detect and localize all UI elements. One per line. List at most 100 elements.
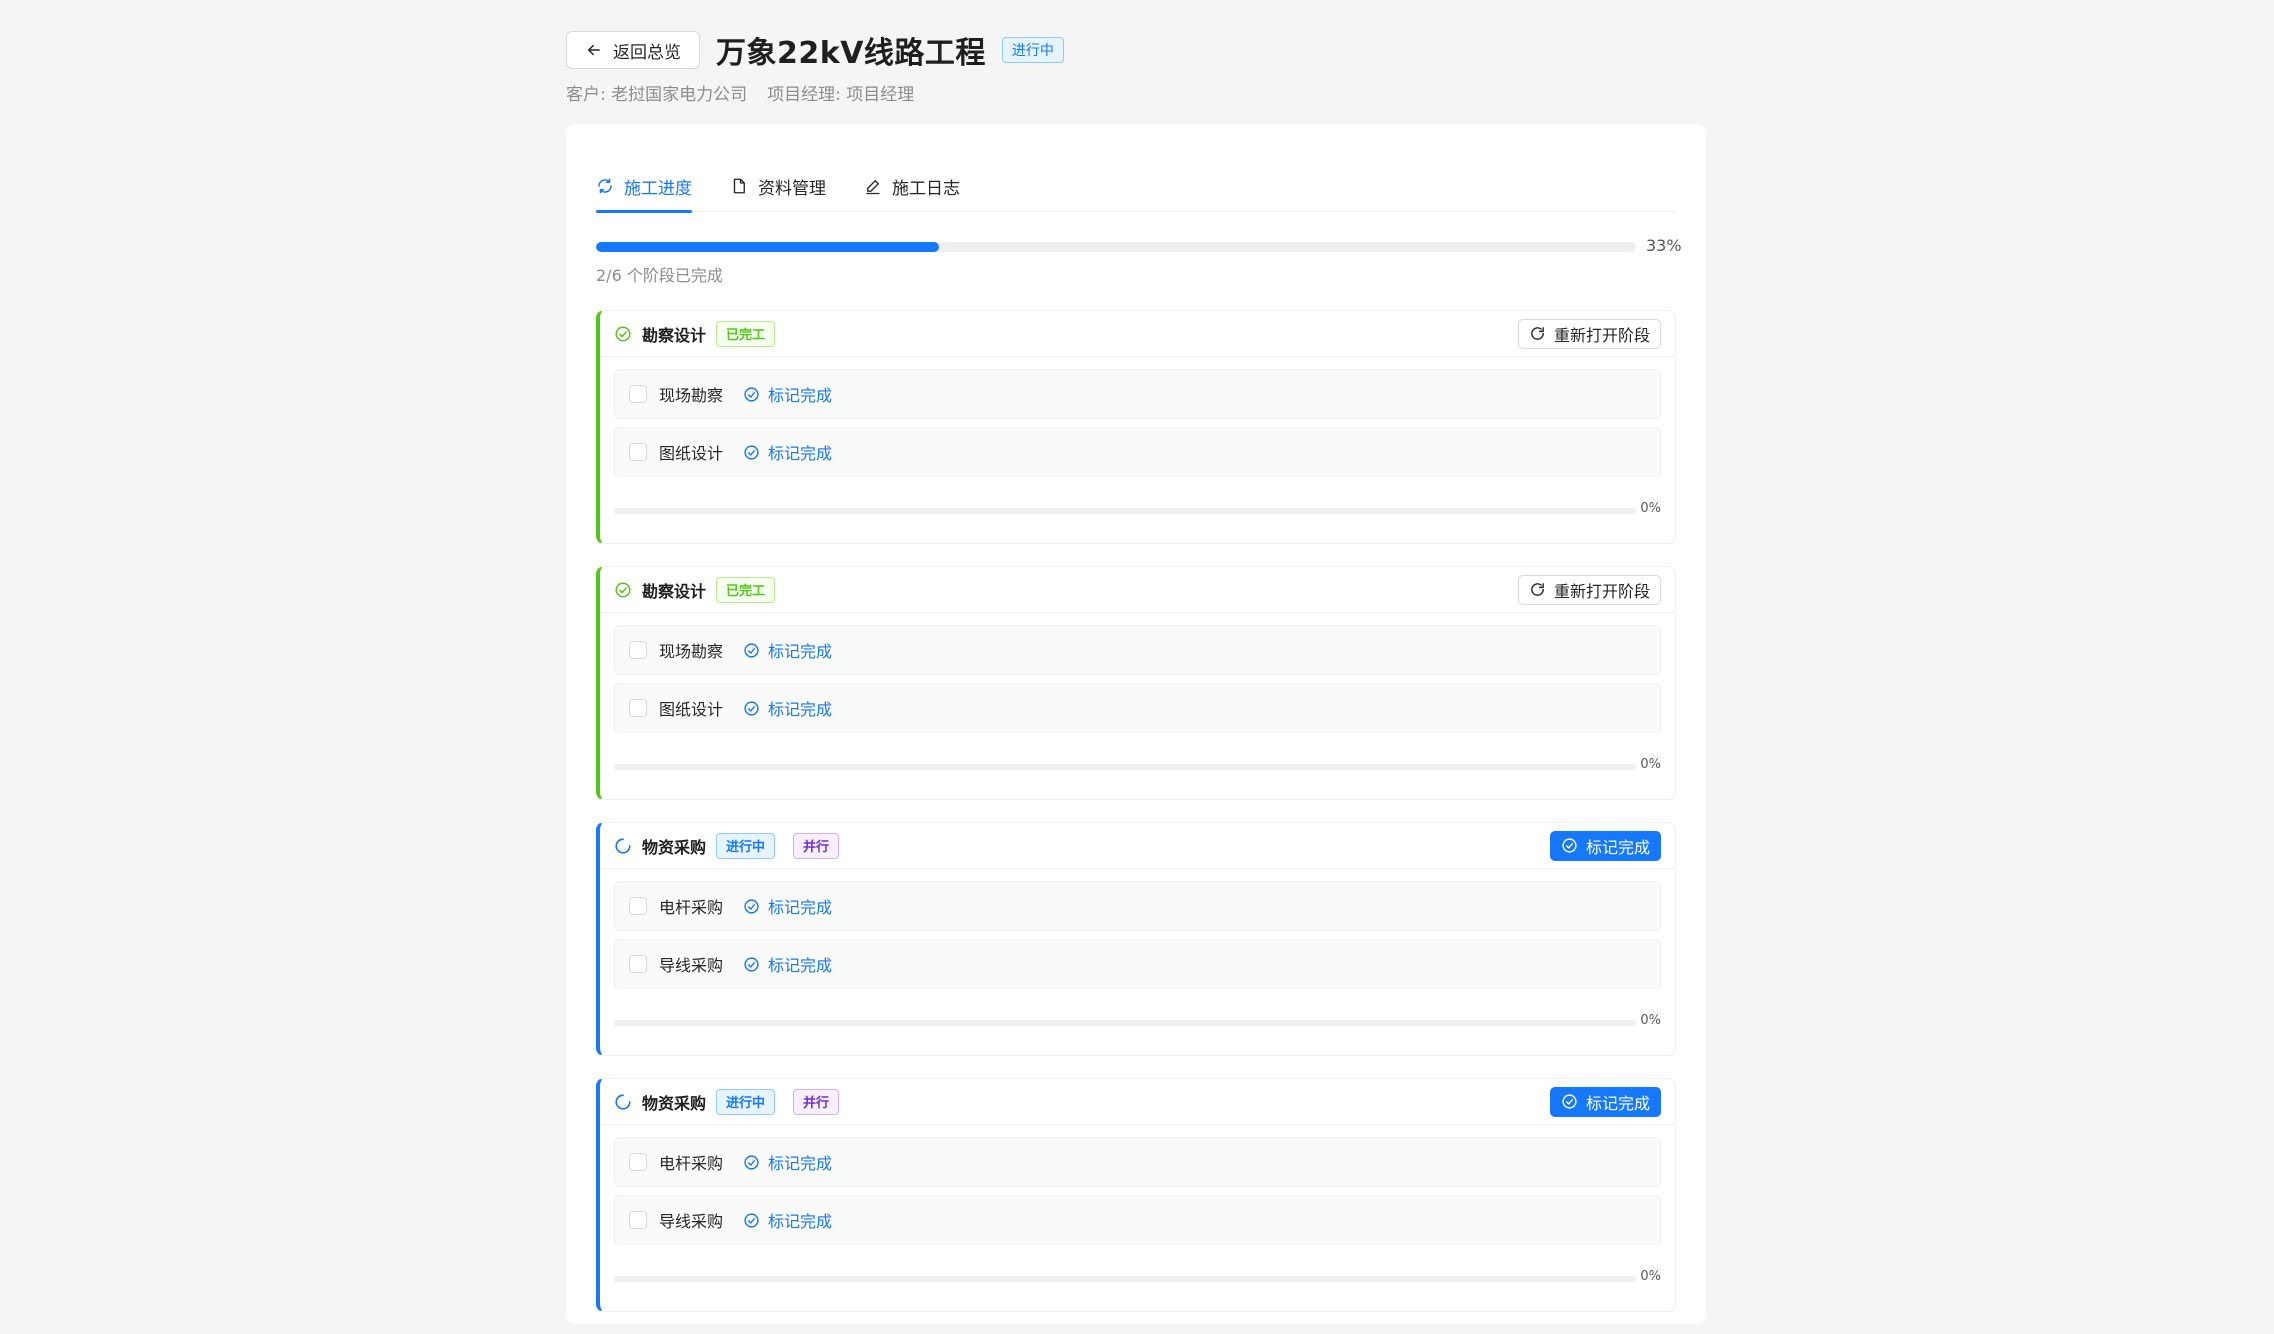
tab-construction-progress[interactable]: 施工进度 xyxy=(596,160,692,213)
mark-complete-label: 标记完成 xyxy=(768,642,833,661)
phase-status-badge: 已完工 xyxy=(716,320,776,347)
phase-status-badge: 进行中 xyxy=(716,1088,776,1115)
mark-task-complete-link[interactable]: 标记完成 xyxy=(743,382,832,406)
tab-label: 资料管理 xyxy=(758,178,826,199)
phase-header: 勘察设计 已完工 重新打开阶段 xyxy=(600,311,1675,357)
overall-progress-fill xyxy=(596,242,940,252)
phase-name: 勘察设计 xyxy=(642,581,707,601)
mark-complete-label: 标记完成 xyxy=(768,898,833,917)
tab-construction-log[interactable]: 施工日志 xyxy=(864,160,960,212)
check-circle-icon xyxy=(744,1212,759,1228)
task-checkbox[interactable] xyxy=(629,1211,647,1229)
check-circle-icon xyxy=(744,1154,759,1170)
task-item: 图纸设计 标记完成 xyxy=(614,427,1661,477)
phase-list: 勘察设计 已完工 重新打开阶段 现场勘察 标记完成 图纸设计 标记完成 0% 勘… xyxy=(596,310,1676,1334)
task-name: 图纸设计 xyxy=(659,700,724,719)
mark-task-complete-link[interactable]: 标记完成 xyxy=(743,894,832,918)
mark-task-complete-link[interactable]: 标记完成 xyxy=(743,440,832,464)
phase-name: 物资采购 xyxy=(642,1093,707,1113)
phase-card: 勘察设计 已完工 重新打开阶段 现场勘察 标记完成 图纸设计 标记完成 0% xyxy=(596,566,1676,800)
phase-status-badge: 已完工 xyxy=(716,576,776,603)
phase-header: 物资采购 进行中 并行 标记完成 xyxy=(600,823,1675,869)
reload-icon xyxy=(1531,583,1544,596)
phase-progress: 0% xyxy=(614,1269,1661,1289)
tab-label: 施工进度 xyxy=(624,178,692,199)
back-to-overview-button[interactable]: 返回总览 xyxy=(566,31,700,69)
task-checkbox[interactable] xyxy=(629,641,647,659)
reopen-phase-button[interactable]: 重新打开阶段 xyxy=(1517,574,1661,605)
overall-progress-percent: 33% xyxy=(1646,236,1682,255)
phase-progress-percent: 0% xyxy=(1640,501,1661,516)
task-item: 现场勘察 标记完成 xyxy=(614,625,1661,675)
page-title: 万象22kV线路工程 xyxy=(716,36,986,71)
phase-progress-percent: 0% xyxy=(1640,1269,1661,1284)
phase-status-badge: 进行中 xyxy=(716,832,776,859)
check-circle-icon xyxy=(615,582,631,597)
phase-status-icon xyxy=(614,325,632,343)
task-name: 图纸设计 xyxy=(659,444,724,463)
task-item: 电杆采购 标记完成 xyxy=(614,1137,1661,1187)
task-checkbox[interactable] xyxy=(629,443,647,461)
phase-progress: 0% xyxy=(614,1013,1661,1033)
loading-icon xyxy=(615,1093,631,1110)
phase-progress-percent: 0% xyxy=(1640,757,1661,772)
check-circle-icon xyxy=(744,898,759,914)
mark-phase-complete-button[interactable]: 标记完成 xyxy=(1549,1086,1661,1117)
task-item: 图纸设计 标记完成 xyxy=(614,683,1661,733)
check-circle-icon xyxy=(744,700,759,716)
task-item: 导线采购 标记完成 xyxy=(614,1195,1661,1245)
mark-task-complete-link[interactable]: 标记完成 xyxy=(743,1208,832,1232)
mark-complete-label: 标记完成 xyxy=(768,700,833,719)
phase-name: 勘察设计 xyxy=(642,325,707,345)
task-checkbox[interactable] xyxy=(629,1153,647,1171)
phase-action-label: 重新打开阶段 xyxy=(1553,325,1650,345)
file-icon xyxy=(733,178,745,194)
mark-complete-label: 标记完成 xyxy=(768,1154,833,1173)
phase-status-icon xyxy=(614,1093,632,1111)
reopen-phase-button[interactable]: 重新打开阶段 xyxy=(1517,318,1661,349)
task-checkbox[interactable] xyxy=(629,699,647,717)
tab-document-management[interactable]: 资料管理 xyxy=(730,160,826,212)
mark-task-complete-link[interactable]: 标记完成 xyxy=(743,696,832,720)
parallel-badge: 并行 xyxy=(793,832,840,859)
task-checkbox[interactable] xyxy=(629,955,647,973)
task-item: 现场勘察 标记完成 xyxy=(614,369,1661,419)
phase-progress-bar xyxy=(614,1020,1636,1026)
phase-progress: 0% xyxy=(614,501,1661,521)
customer-text: 客户: 老挝国家电力公司 xyxy=(566,85,748,105)
check-circle-icon xyxy=(1562,838,1577,853)
parallel-badge: 并行 xyxy=(793,1088,840,1115)
task-name: 现场勘察 xyxy=(659,386,724,405)
manager-text: 项目经理: 项目经理 xyxy=(767,85,915,105)
project-status-badge: 进行中 xyxy=(1001,37,1064,63)
task-name: 导线采购 xyxy=(659,1212,724,1231)
task-checkbox[interactable] xyxy=(629,385,647,403)
mark-task-complete-link[interactable]: 标记完成 xyxy=(743,952,832,976)
phase-progress-bar xyxy=(614,508,1636,514)
mark-complete-label: 标记完成 xyxy=(768,444,833,463)
check-circle-icon xyxy=(615,326,631,341)
mark-task-complete-link[interactable]: 标记完成 xyxy=(743,638,832,662)
check-circle-icon xyxy=(744,386,759,402)
task-checkbox[interactable] xyxy=(629,897,647,915)
phase-status-icon xyxy=(614,837,632,855)
task-name: 现场勘察 xyxy=(659,642,724,661)
phase-header: 勘察设计 已完工 重新打开阶段 xyxy=(600,567,1675,613)
phase-action-label: 标记完成 xyxy=(1585,1093,1650,1113)
check-circle-icon xyxy=(744,444,759,460)
mark-complete-label: 标记完成 xyxy=(768,1212,833,1231)
phase-status-icon xyxy=(614,581,632,599)
phase-card: 物资采购 进行中 并行 标记完成 电杆采购 标记完成 导线采购 标记完成 0% xyxy=(596,822,1676,1056)
phase-progress-bar xyxy=(614,1276,1636,1282)
overall-progress-bar xyxy=(596,242,1636,252)
check-circle-icon xyxy=(744,956,759,972)
phase-header: 物资采购 进行中 并行 标记完成 xyxy=(600,1079,1675,1125)
task-item: 电杆采购 标记完成 xyxy=(614,881,1661,931)
back-button-label: 返回总览 xyxy=(613,42,681,63)
mark-task-complete-link[interactable]: 标记完成 xyxy=(743,1150,832,1174)
main-card: 施工进度 资料管理 施工日志 33% 2/6 个阶段已完成 勘察设计 已完工 重… xyxy=(566,124,1706,1324)
mark-phase-complete-button[interactable]: 标记完成 xyxy=(1549,830,1661,861)
overall-progress-summary: 2/6 个阶段已完成 xyxy=(596,266,723,285)
task-item: 导线采购 标记完成 xyxy=(614,939,1661,989)
arrow-left-icon xyxy=(588,44,600,56)
